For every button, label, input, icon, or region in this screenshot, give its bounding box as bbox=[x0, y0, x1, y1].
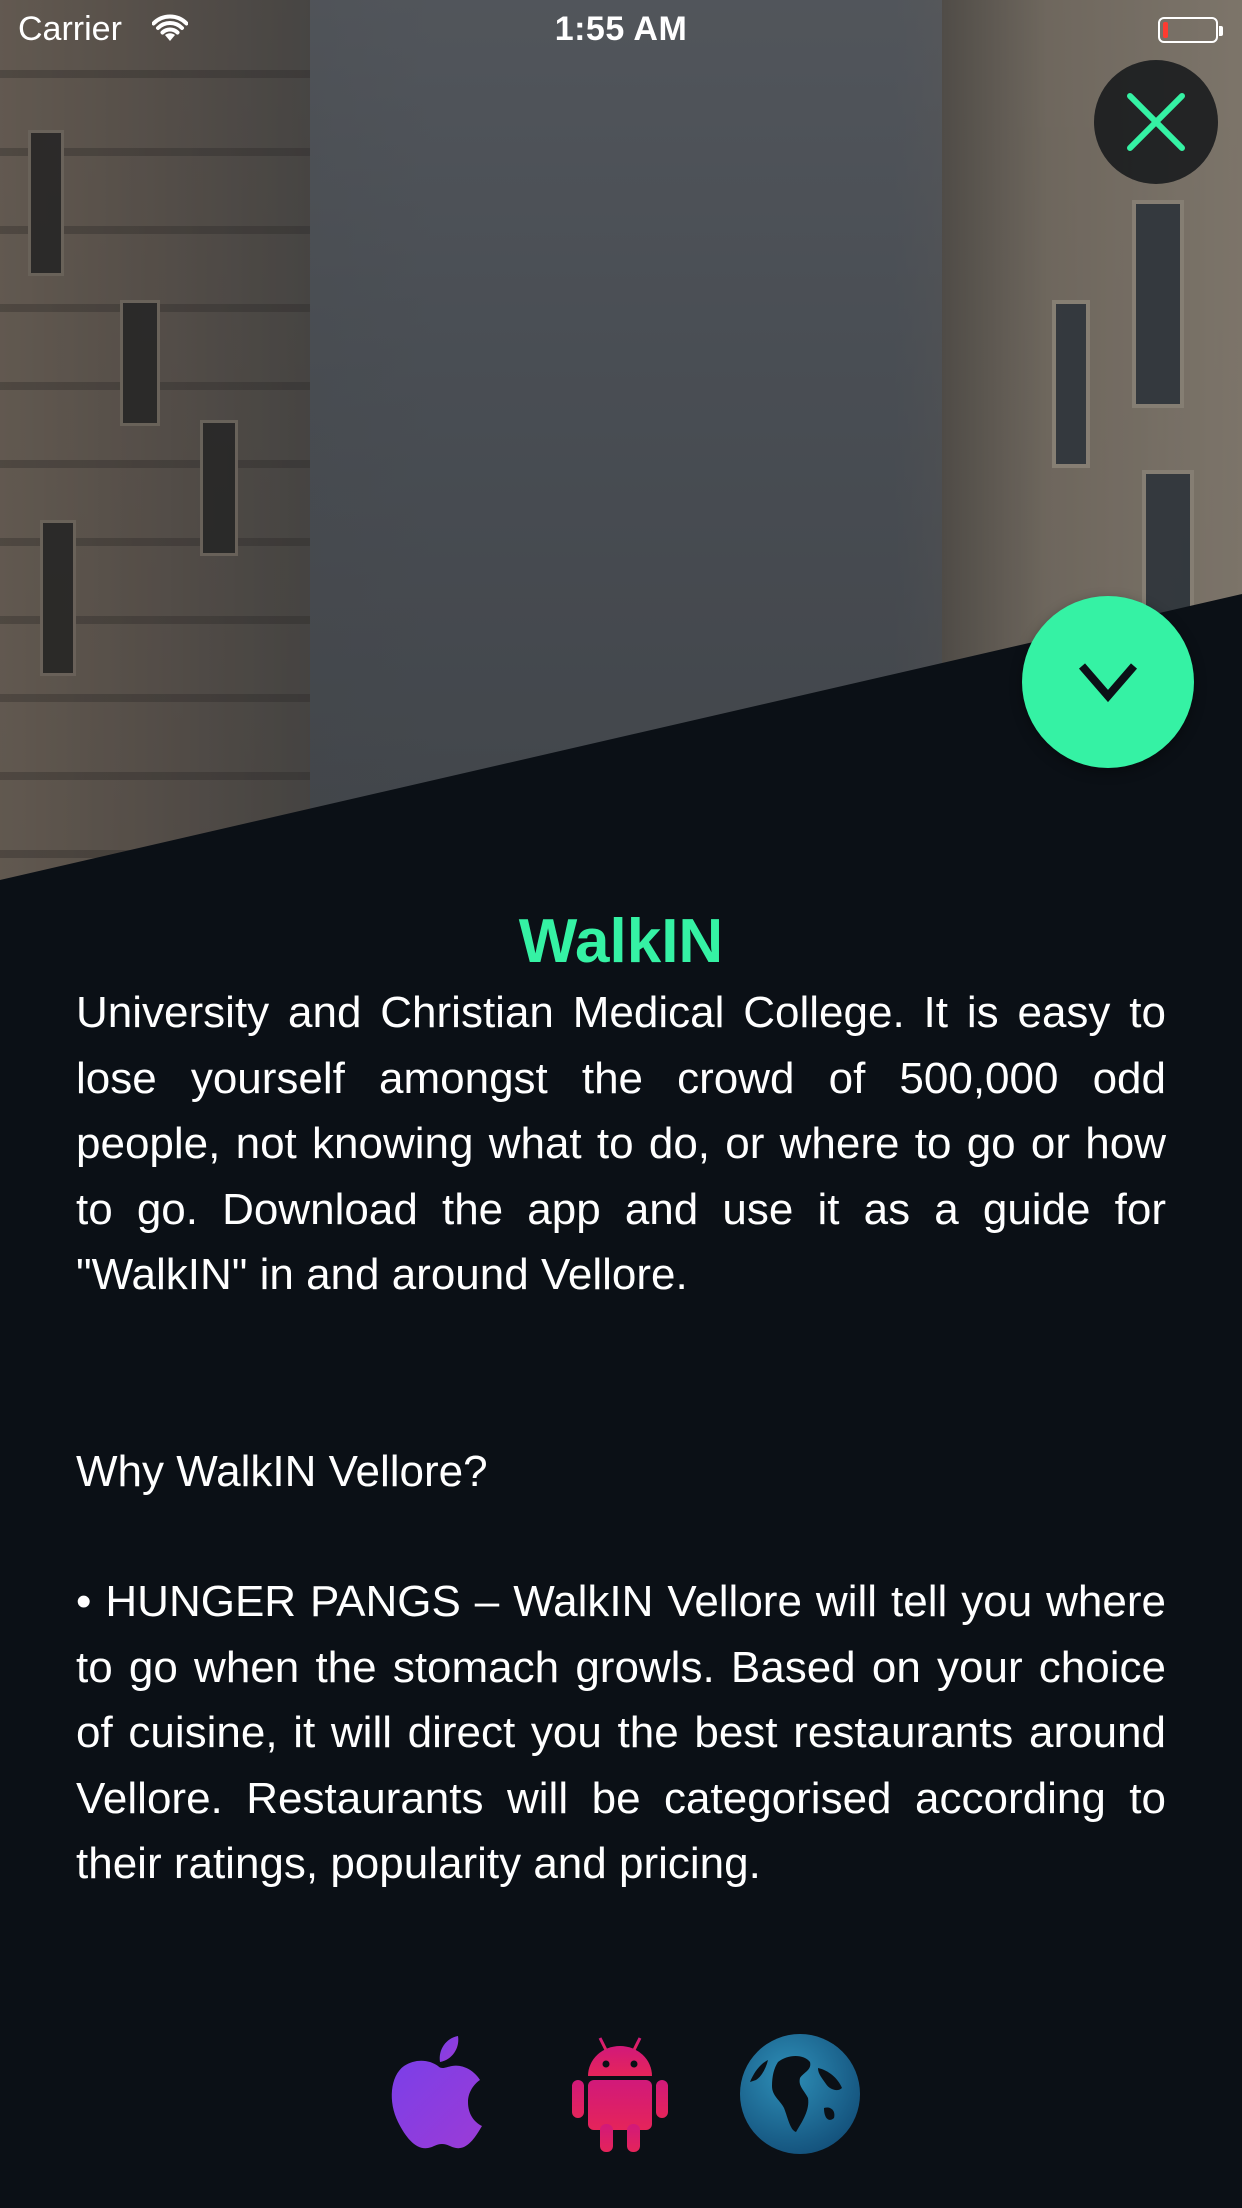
android-icon[interactable] bbox=[558, 2032, 682, 2156]
apple-icon[interactable] bbox=[376, 2032, 500, 2156]
app-title: WalkIN bbox=[518, 907, 724, 976]
status-bar: Carrier 1:55 AM bbox=[0, 0, 1242, 62]
chevron-down-icon bbox=[1078, 663, 1138, 703]
store-links-bar bbox=[0, 2004, 1242, 2208]
intro-text: University and Christian Medical College… bbox=[76, 988, 1166, 1299]
close-x-icon bbox=[1127, 93, 1185, 151]
status-time: 1:55 AM bbox=[554, 10, 688, 48]
close-button[interactable] bbox=[1094, 60, 1218, 184]
battery-level bbox=[1163, 22, 1168, 38]
why-heading: Why WalkIN Vellore? bbox=[76, 1446, 488, 1496]
expand-button[interactable] bbox=[1022, 596, 1194, 768]
battery-icon bbox=[1158, 17, 1223, 43]
globe-icon[interactable] bbox=[738, 2032, 862, 2156]
hunger-pangs-text: • HUNGER PANGS – WalkIN Vellore will tel… bbox=[76, 1577, 1166, 1888]
description-panel[interactable]: WalkIN University and Christian Medical … bbox=[76, 904, 1166, 2004]
